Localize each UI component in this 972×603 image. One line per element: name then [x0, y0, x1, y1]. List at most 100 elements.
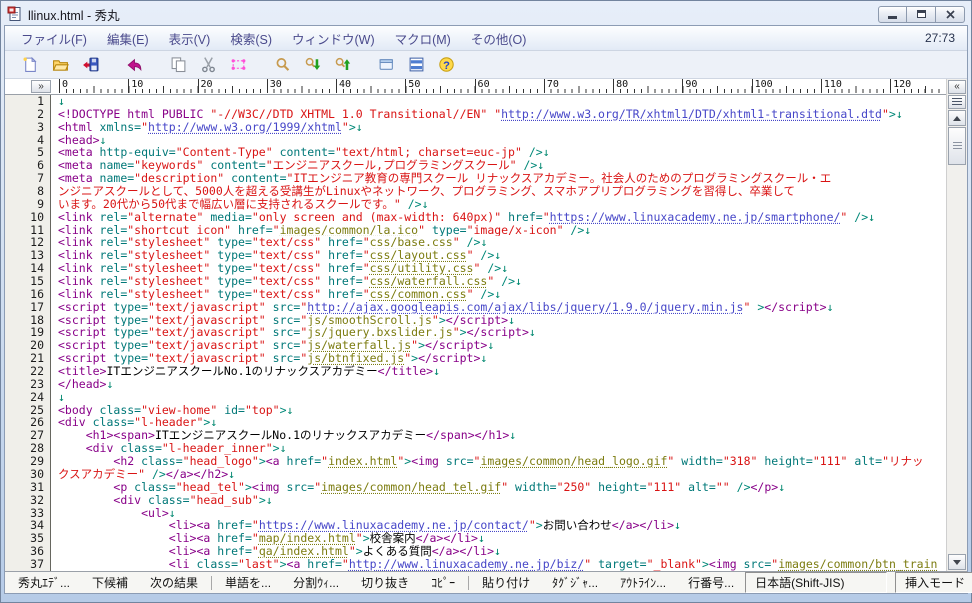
- menu-macro[interactable]: マクロ(M): [385, 25, 461, 52]
- ruler-number: 10: [128, 79, 143, 93]
- search-button[interactable]: [267, 53, 297, 77]
- menu-bar: ファイル(F)編集(E)表示(V)検索(S)ウィンドウ(W)マクロ(M)その他(…: [5, 26, 967, 51]
- editor-frame: ファイル(F)編集(E)表示(V)検索(S)ウィンドウ(W)マクロ(M)その他(…: [4, 25, 968, 594]
- token-t: <img: [709, 558, 744, 571]
- token-w: >: [536, 519, 543, 532]
- help-button[interactable]: ?: [431, 53, 461, 77]
- input-mode-indicator[interactable]: 挿入モード: [895, 572, 972, 593]
- encoding-indicator[interactable]: 日本語(Shift-JIS): [745, 572, 887, 593]
- menu-window[interactable]: ウィンドウ(W): [282, 25, 385, 52]
- token-a: href=: [321, 236, 363, 249]
- scrollbar-thumb[interactable]: [948, 127, 966, 165]
- line-number: 10: [5, 211, 50, 224]
- token-f: js/smoothScroll.js: [307, 314, 432, 327]
- token-w: />: [522, 146, 543, 159]
- open-file-button[interactable]: [45, 53, 75, 77]
- edit-column: » 0102030405060708090100110120 1↓2<!DOCT…: [5, 79, 946, 571]
- ruler-uncollapse-button[interactable]: «: [948, 80, 966, 94]
- code-text: <link rel="stylesheet" type="text/css" h…: [50, 262, 946, 275]
- status-item-2[interactable]: 次の結果: [139, 574, 209, 591]
- token-w: >: [460, 326, 467, 339]
- outline-list-button[interactable]: [948, 95, 966, 109]
- restore-button[interactable]: [907, 6, 936, 23]
- token-w: />: [847, 211, 868, 224]
- token-w: >: [418, 339, 425, 352]
- code-text: <meta name="description" content="ITエンジニ…: [50, 172, 946, 185]
- ruler-collapse-button[interactable]: »: [31, 80, 51, 93]
- line-number: 9: [5, 198, 50, 211]
- select-box-button[interactable]: [223, 53, 253, 77]
- token-x: ITエンジニアスクールNo.1のリナックスアカデミー: [155, 429, 426, 442]
- menu-file[interactable]: ファイル(F): [11, 25, 97, 52]
- status-item-1[interactable]: 下候補: [81, 574, 139, 591]
- status-item-4[interactable]: 分割ｳｨ...: [282, 574, 350, 591]
- token-w: >: [245, 481, 252, 494]
- token-t: <link: [58, 288, 100, 301]
- toolbar: ?: [5, 51, 967, 79]
- cut-button[interactable]: [193, 53, 223, 77]
- code-line-30: 30クスアカデミー" /></a></h2>↓: [5, 468, 946, 481]
- token-s: ": [882, 108, 889, 121]
- token-m: ↓: [778, 481, 785, 494]
- token-s: "l-header_inner": [162, 442, 273, 455]
- token-t: <li><a: [169, 545, 217, 558]
- line-number: 37: [5, 558, 50, 571]
- token-x: ITエンジニアスクールNo.1のリナックスアカデミー: [106, 365, 377, 378]
- text-editor-area[interactable]: 1↓2<!DOCTYPE html PUBLIC "-//W3C//DTD XH…: [5, 95, 946, 571]
- token-a: class=: [196, 558, 238, 571]
- status-item-5[interactable]: 切り抜き: [350, 574, 420, 591]
- close-button[interactable]: [936, 6, 965, 23]
- token-a: content=: [203, 159, 265, 172]
- minimize-button[interactable]: [878, 6, 907, 23]
- menu-search[interactable]: 検索(S): [220, 25, 282, 52]
- status-item-3[interactable]: 単語を...: [214, 574, 282, 591]
- token-a: href=: [321, 262, 363, 275]
- new-file-button[interactable]: [15, 53, 45, 77]
- token-x: [58, 481, 113, 494]
- search-up-button[interactable]: [327, 53, 357, 77]
- token-a: width=: [674, 455, 722, 468]
- status-item-6[interactable]: ｺﾋﾟｰ: [420, 574, 466, 591]
- token-a: content=: [273, 146, 335, 159]
- status-item-7[interactable]: 貼り付け: [471, 574, 541, 591]
- code-line-35: 35 <li><a href="map/index.html">校舎案内</a>…: [5, 532, 946, 545]
- menu-edit[interactable]: 編集(E): [97, 25, 159, 52]
- status-item-0[interactable]: 秀丸ｴﾃﾞ...: [8, 574, 81, 591]
- split-window-icon: [408, 56, 425, 73]
- right-scroll-column: «: [946, 79, 967, 571]
- token-m: ↓: [529, 326, 536, 339]
- undo-button[interactable]: [119, 53, 149, 77]
- token-s: "stylesheet": [127, 236, 210, 249]
- code-line-32: 32 <div class="head_sub">↓: [5, 494, 946, 507]
- split-window-button[interactable]: [401, 53, 431, 77]
- code-line-13: 13<link rel="stylesheet" type="text/css"…: [5, 249, 946, 262]
- code-text: <script type="text/javascript" src="js/b…: [50, 352, 946, 365]
- code-line-22: 22<title>ITエンジニアスクールNo.1のリナックスアカデミー</tit…: [5, 365, 946, 378]
- token-m: ↓: [480, 352, 487, 365]
- token-u: http://www.linuxacademy.ne.jp/biz/: [349, 558, 584, 571]
- token-w: >: [439, 314, 446, 327]
- save-button[interactable]: [75, 53, 105, 77]
- save-icon: [82, 56, 99, 73]
- scroll-down-button[interactable]: [948, 554, 966, 570]
- menu-view[interactable]: 表示(V): [159, 25, 221, 52]
- token-w: />: [494, 275, 515, 288]
- copy-button[interactable]: [163, 53, 193, 77]
- token-t: <a: [287, 558, 308, 571]
- token-f: images/common/btn_train: [778, 558, 937, 571]
- status-item-8[interactable]: ﾀｸﾞｼﾞｬ...: [541, 574, 609, 591]
- scroll-up-button[interactable]: [948, 110, 966, 126]
- code-text: <div class="l-header_inner">↓: [50, 442, 946, 455]
- search-down-button[interactable]: [297, 53, 327, 77]
- menu-others[interactable]: その他(O): [461, 25, 537, 52]
- code-line-20: 20<script type="text/javascript" src="js…: [5, 339, 946, 352]
- window-button[interactable]: [371, 53, 401, 77]
- code-line-8: 8ンジニアスクールとして、5000人を超える受講生がLinuxやネットワーク、プ…: [5, 185, 946, 198]
- token-w: >: [349, 121, 356, 134]
- status-item-9[interactable]: ｱｳﾄﾗｲﾝ...: [609, 574, 677, 591]
- line-number: 31: [5, 481, 50, 494]
- code-line-26: 26<div class="l-header">↓: [5, 416, 946, 429]
- status-item-10[interactable]: 行番号...: [677, 574, 745, 591]
- token-m: ↓: [584, 224, 591, 237]
- token-a: src=: [266, 326, 301, 339]
